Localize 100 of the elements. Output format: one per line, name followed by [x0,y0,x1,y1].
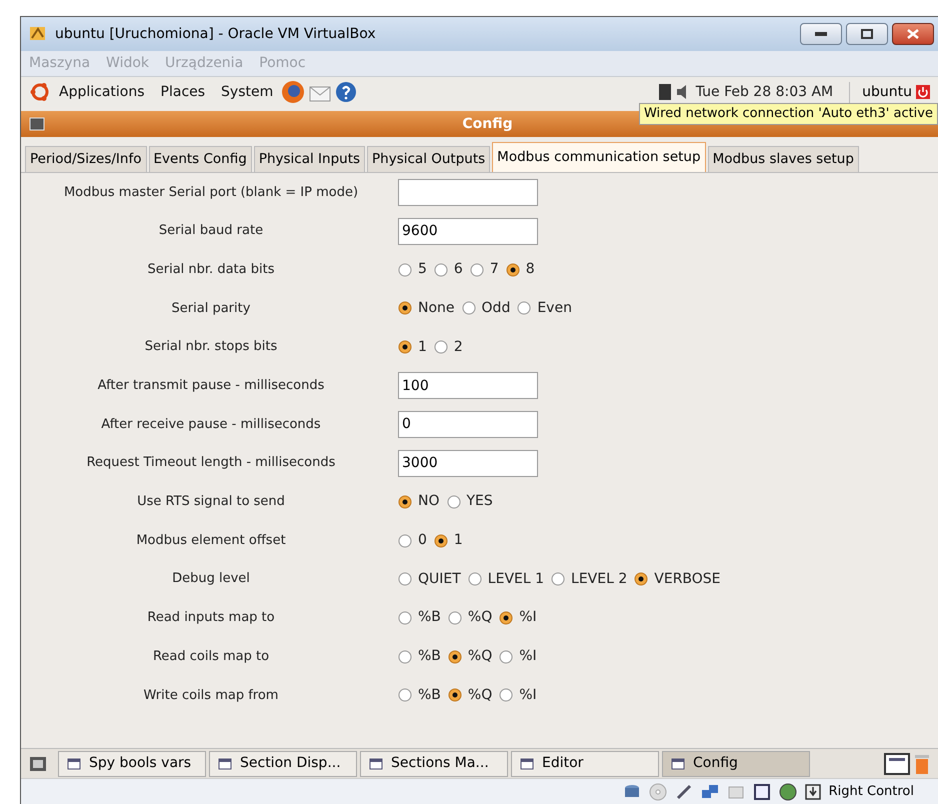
minimize-icon [815,32,827,36]
browser-icon[interactable] [281,80,306,104]
panel-menu[interactable]: Applications [59,82,145,102]
option-label: %Q [468,647,492,666]
radio-button[interactable] [398,572,412,586]
option-label: %B [418,686,441,705]
app-icon [29,25,47,43]
radio-button[interactable] [499,610,514,625]
radio-button[interactable] [446,494,460,509]
radio-button[interactable] [448,610,462,625]
radio-button[interactable] [398,650,412,664]
window-menu-icon[interactable] [29,117,45,131]
option-label: Even [537,298,572,318]
field-label: Modbus master Serial port (blank = IP mode) [62,184,360,202]
field-label: Serial nbr. data bits [146,260,276,279]
window-icon [218,758,232,770]
radio-button[interactable] [448,688,462,702]
field-label: Serial parity [170,300,252,318]
option-label: VERBOSE [654,570,721,589]
field-label: Request Timeout length - milliseconds [86,454,336,472]
text-field[interactable]: 3000 [398,450,538,477]
field-label: Read coils map to [152,648,270,666]
option-label: QUIET [418,570,461,589]
radio-button[interactable] [462,301,476,316]
tab[interactable]: Modbus slaves setup [708,146,859,172]
minimize-button[interactable] [800,23,842,45]
taskbar-button[interactable]: Section Disp... [209,750,357,776]
taskbar-button[interactable]: Spy bools vars [58,750,206,776]
radio-button[interactable] [470,262,484,277]
window-icon [671,758,685,770]
tab[interactable]: Physical Inputs [254,146,366,172]
field-label: After transmit pause - milliseconds [96,377,326,396]
radio-button[interactable] [398,610,412,625]
window-icon[interactable] [884,752,910,774]
maximize-icon [861,29,873,39]
cd-icon [648,782,667,800]
radio-button[interactable] [398,340,412,354]
clock[interactable]: Tue Feb 28 8:03 AM [696,82,834,102]
config-window-title: Config [461,114,514,134]
power-icon[interactable] [916,85,930,99]
radio-button[interactable] [434,340,448,354]
radio-button[interactable] [517,301,532,316]
taskbar-button[interactable]: Config [662,750,810,776]
host-key-icon [804,784,821,800]
radio-button[interactable] [398,688,412,702]
taskbar-button[interactable]: Sections Ma... [360,750,508,776]
radio-button[interactable] [398,534,412,548]
radio-button[interactable] [448,650,462,664]
option-label: 6 [454,260,463,280]
show-desktop-icon[interactable] [29,756,47,772]
tab[interactable]: Period/Sizes/Info [25,146,146,172]
option-label: %I [519,608,537,628]
close-button[interactable] [892,23,934,45]
panel-menu[interactable]: Places [160,82,206,102]
radio-button[interactable] [506,262,520,277]
radio-button[interactable] [398,494,412,509]
panel-menu[interactable]: System [221,82,274,102]
field-label: Read inputs map to [146,609,276,628]
text-field[interactable] [398,178,538,206]
network-icon[interactable] [658,83,672,101]
text-field[interactable]: 0 [398,410,538,438]
text-field[interactable]: 100 [398,372,538,400]
radio-button[interactable] [551,572,566,586]
tab[interactable]: Physical Outputs [367,146,490,172]
field-label: Debug level [171,570,251,588]
radio-button[interactable] [398,262,412,277]
option-label: 1 [418,338,427,357]
ubuntu-logo-icon [29,81,51,103]
option-label: Odd [482,298,510,318]
tab[interactable]: Events Config [148,146,252,172]
field-label: Write coils map from [142,686,280,705]
taskbar-button[interactable]: Editor [511,750,659,776]
tooltip: Wired network connection 'Auto eth3' active [638,103,938,124]
option-label: %I [519,647,537,666]
field-label: Serial baud rate [158,222,264,240]
option-label: %B [418,647,441,666]
field-label: Use RTS signal to send [136,493,286,512]
option-label: 5 [418,260,427,280]
radio-button[interactable] [468,572,482,586]
radio-button[interactable] [398,301,412,316]
radio-button[interactable] [634,572,648,586]
radio-button[interactable] [499,650,514,664]
text-field[interactable]: 9600 [398,218,538,245]
option-label: %Q [468,686,492,705]
help-icon[interactable] [335,81,358,103]
user-name[interactable]: ubuntu [862,82,912,102]
radio-button[interactable] [434,534,448,548]
option-label: 2 [454,338,463,357]
option-label: 8 [526,260,535,280]
field-label: Modbus element offset [135,532,287,550]
window-icon [520,758,534,770]
option-label: %I [519,686,537,705]
window-title: ubuntu [Uruchomiona] - Oracle VM VirtualBox [55,24,376,44]
maximize-button[interactable] [846,23,888,45]
radio-button[interactable] [499,688,514,702]
radio-button[interactable] [434,262,448,277]
tab[interactable]: Modbus communication setup [492,142,706,172]
option-label: 1 [454,531,463,550]
globe-icon [778,782,797,800]
window-icon [369,758,383,770]
